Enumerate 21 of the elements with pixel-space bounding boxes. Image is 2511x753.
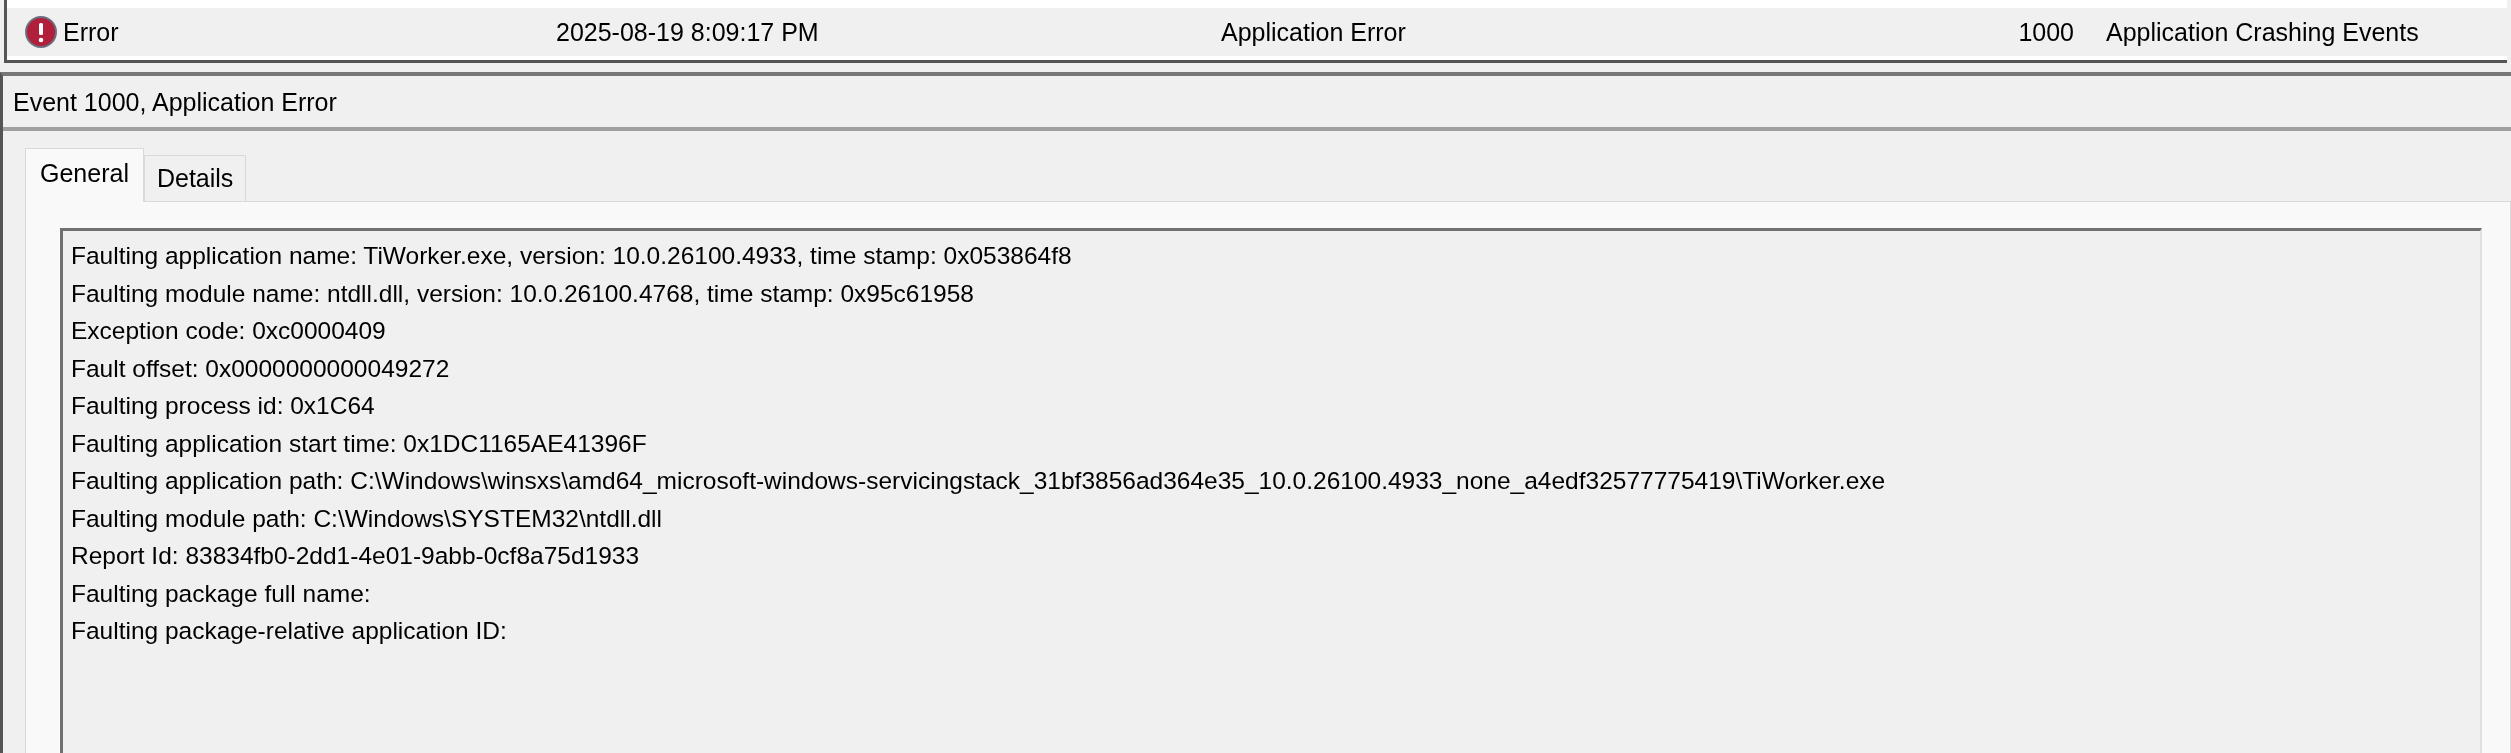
- date-cell-text: 2025-08-19 8:09:17 PM: [556, 17, 820, 47]
- description-line: Faulting package-relative application ID:: [71, 616, 508, 646]
- description-line: Faulting application path: C:\Windows\winsxs\amd64_microsoft-windows-servicingstack_31bf3856ad364e35_10.0.26100.4933_none_a4edf32577775419\TiWorker.exe: [71, 466, 1887, 496]
- pane-title: Event 1000, Application Error: [3, 76, 2511, 131]
- description-line: Faulting module name: ntdll.dll, version: 10.0.26100.4768, time stamp: 0x95c61958: [71, 278, 975, 309]
- description-line: Faulting package full name:: [71, 578, 372, 609]
- description-line: Faulting process id: 0x1C64: [71, 391, 376, 421]
- description-line: Faulting module path: C:\Windows\SYSTEM32\ntdll.dll: [71, 503, 663, 534]
- tab[interactable]: General: [25, 148, 144, 202]
- description-line: Report Id: 83834fb0-2dd1-4e01-9abb-0cf8a75d1933: [71, 541, 641, 571]
- level-cell-text: Error: [63, 17, 120, 47]
- event-id-cell-text: 1000: [2017, 17, 2074, 47]
- tab[interactable]: Details: [143, 155, 247, 201]
- source-cell-text: Application Error: [1221, 17, 1407, 47]
- error-icon: [25, 16, 57, 48]
- event-row[interactable]: Error 2025-08-19 8:09:17 PM Application Error 1000 Application Crashing Events: [7, 8, 2507, 56]
- description-line: Fault offset: 0x0000000000049272: [71, 353, 451, 384]
- task-category-cell: Application Crashing Events: [2106, 17, 2419, 47]
- description-line: Faulting application name: TiWorker.exe, version: 10.0.26100.4933, time stamp: 0x053864f8: [71, 241, 1073, 271]
- description-line: Faulting application start time: 0x1DC1165AE41396F: [71, 428, 648, 459]
- description-line: Exception code: 0xc0000409: [71, 316, 387, 346]
